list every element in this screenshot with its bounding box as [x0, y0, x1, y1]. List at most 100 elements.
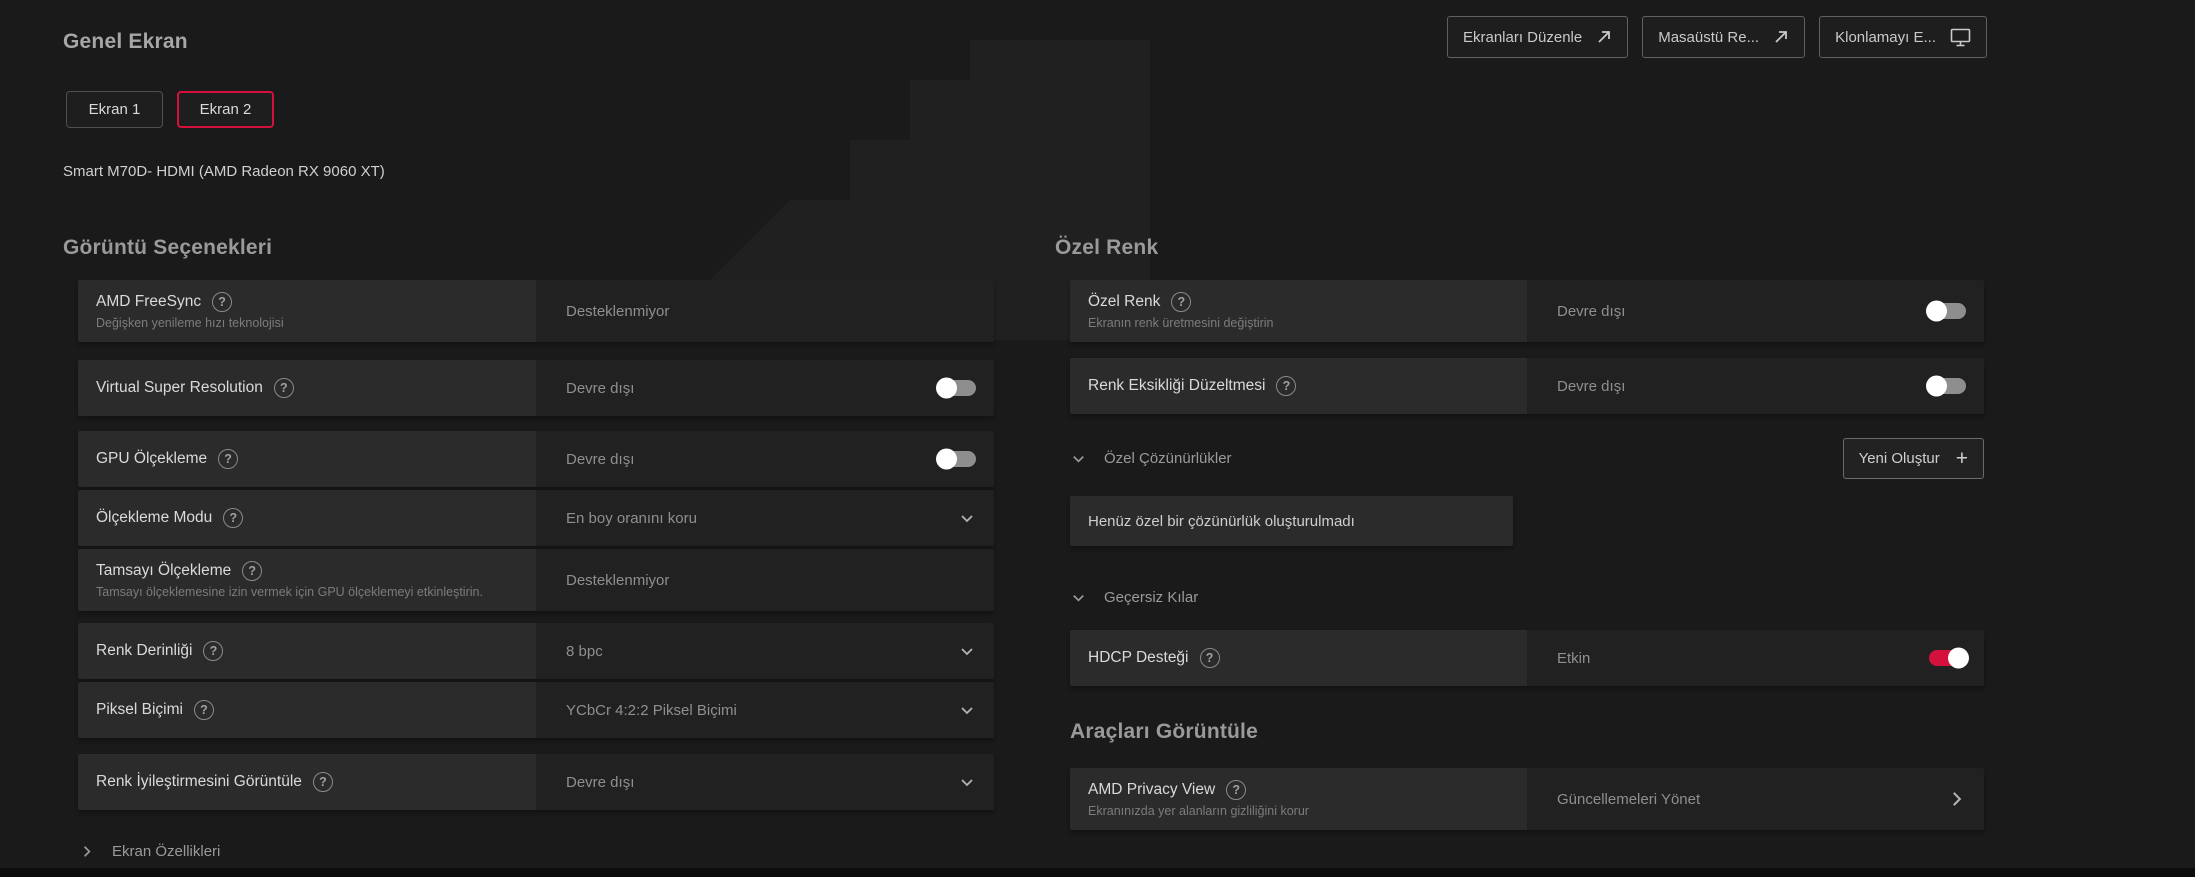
row-label: Renk Derinliği ?	[78, 623, 536, 679]
tab-display-2-label: Ekran 2	[200, 101, 252, 118]
scaling-mode-label: Ölçekleme Modu	[96, 509, 212, 527]
color-enhancement-dropdown[interactable]: Devre dışı	[536, 754, 994, 810]
row-value: Devre dışı	[1527, 358, 1984, 414]
plus-icon: +	[1956, 448, 1968, 469]
privacy-view-link[interactable]: Güncellemeleri Yönet	[1527, 768, 1984, 830]
row-label: Renk Eksikliği Düzeltmesi ?	[1070, 358, 1527, 414]
row-label: AMD Privacy View ? Ekranınızda yer alanl…	[1070, 768, 1527, 830]
row-integer-scaling: Tamsayı Ölçekleme ? Tamsayı ölçeklemesin…	[78, 549, 994, 611]
scaling-mode-dropdown[interactable]: En boy oranını koru	[536, 490, 994, 546]
help-icon[interactable]: ?	[1200, 648, 1220, 668]
row-label: Ölçekleme Modu ?	[78, 490, 536, 546]
row-pixel-format: Piksel Biçimi ? YCbCr 4:2:2 Piksel Biçim…	[78, 682, 994, 738]
help-icon[interactable]: ?	[223, 508, 243, 528]
chevron-down-icon	[958, 642, 976, 660]
color-depth-dropdown[interactable]: 8 bpc	[536, 623, 994, 679]
custom-color-header: Özel Renk	[1055, 236, 1984, 262]
row-value: Etkin	[1527, 630, 1984, 686]
integer-scaling-value: Desteklenmiyor	[566, 572, 669, 589]
row-value: Devre dışı	[536, 431, 994, 487]
row-color-deficiency: Renk Eksikliği Düzeltmesi ? Devre dışı	[1070, 358, 1984, 414]
row-label: GPU Ölçekleme ?	[78, 431, 536, 487]
row-value: Desteklenmiyor	[536, 280, 994, 342]
privacy-view-value: Güncellemeleri Yönet	[1557, 791, 1700, 808]
privacy-view-label: AMD Privacy View	[1088, 781, 1215, 799]
help-icon[interactable]: ?	[313, 772, 333, 792]
gpu-scaling-value: Devre dışı	[566, 451, 634, 468]
row-label: AMD FreeSync ? Değişken yenileme hızı te…	[78, 280, 536, 342]
help-icon[interactable]: ?	[1171, 292, 1191, 312]
vsr-value: Devre dışı	[566, 380, 634, 397]
tab-display-2[interactable]: Ekran 2	[177, 91, 274, 128]
display-tabs: Ekran 1 Ekran 2	[66, 91, 274, 128]
row-color-depth: Renk Derinliği ? 8 bpc	[78, 623, 994, 679]
help-icon[interactable]: ?	[1276, 376, 1296, 396]
pixel-format-dropdown[interactable]: YCbCr 4:2:2 Piksel Biçimi	[536, 682, 994, 738]
privacy-view-subtitle: Ekranınızda yer alanların gizliliğini ko…	[1088, 804, 1511, 818]
row-amd-freesync: AMD FreeSync ? Değişken yenileme hızı te…	[78, 280, 994, 342]
create-new-resolution-button[interactable]: Yeni Oluştur +	[1843, 438, 1984, 479]
integer-scaling-subtitle: Tamsayı ölçeklemesine izin vermek için G…	[96, 585, 520, 599]
desktop-recording-button[interactable]: Masaüstü Re...	[1642, 16, 1805, 58]
device-label: Smart M70D- HDMI (AMD Radeon RX 9060 XT)	[63, 163, 385, 180]
custom-color-label: Özel Renk	[1088, 293, 1160, 311]
freesync-label: AMD FreeSync	[96, 293, 201, 311]
overrides-expander[interactable]: Geçersiz Kılar	[1070, 582, 1984, 612]
freesync-subtitle: Değişken yenileme hızı teknolojisi	[96, 316, 520, 330]
row-label: Tamsayı Ölçekleme ? Tamsayı ölçeklemesin…	[78, 549, 536, 611]
overrides-label: Geçersiz Kılar	[1104, 589, 1198, 606]
color-deficiency-toggle[interactable]	[1929, 378, 1966, 394]
row-label: Renk İyileştirmesini Görüntüle ?	[78, 754, 536, 810]
chevron-down-icon	[958, 509, 976, 527]
empty-message-text: Henüz özel bir çözünürlük oluşturulmadı	[1088, 513, 1355, 530]
custom-color-value: Devre dışı	[1557, 303, 1625, 320]
display-properties-expander[interactable]: Ekran Özellikleri	[78, 836, 994, 866]
row-custom-color: Özel Renk ? Ekranın renk üretmesini deği…	[1070, 280, 1984, 342]
chevron-down-icon	[1070, 450, 1087, 467]
row-value: Desteklenmiyor	[536, 549, 994, 611]
row-color-enhancement: Renk İyileştirmesini Görüntüle ? Devre d…	[78, 754, 994, 810]
hdcp-toggle[interactable]	[1929, 650, 1966, 666]
arrange-displays-button[interactable]: Ekranları Düzenle	[1447, 16, 1628, 58]
custom-color-section: Özel Renk Özel Renk ? Ekranın renk üretm…	[1055, 236, 1984, 830]
hdcp-value: Etkin	[1557, 650, 1590, 667]
page-title: Genel Ekran	[63, 30, 188, 54]
help-icon[interactable]: ?	[274, 378, 294, 398]
top-action-buttons: Ekranları Düzenle Masaüstü Re... Klonlam…	[1447, 16, 1987, 58]
pixel-format-value: YCbCr 4:2:2 Piksel Biçimi	[566, 702, 737, 719]
monitor-icon	[1950, 28, 1971, 47]
help-icon[interactable]: ?	[242, 561, 262, 581]
row-label: HDCP Desteği ?	[1070, 630, 1527, 686]
row-label: Virtual Super Resolution ?	[78, 360, 536, 416]
tab-display-1-label: Ekran 1	[89, 101, 141, 118]
custom-resolutions-expander[interactable]: Özel Çözünürlükler	[1070, 450, 1232, 467]
scaling-mode-value: En boy oranını koru	[566, 510, 697, 527]
color-depth-label: Renk Derinliği	[96, 642, 192, 660]
help-icon[interactable]: ?	[1226, 780, 1246, 800]
gpu-scaling-toggle[interactable]	[939, 451, 976, 467]
row-gpu-scaling: GPU Ölçekleme ? Devre dışı	[78, 431, 994, 487]
row-hdcp-support: HDCP Desteği ? Etkin	[1070, 630, 1984, 686]
enable-cloning-button[interactable]: Klonlamayı E...	[1819, 16, 1987, 58]
row-label: Özel Renk ? Ekranın renk üretmesini deği…	[1070, 280, 1527, 342]
arrange-displays-label: Ekranları Düzenle	[1463, 29, 1582, 46]
display-properties-label: Ekran Özellikleri	[112, 843, 220, 860]
help-icon[interactable]: ?	[212, 292, 232, 312]
vsr-toggle[interactable]	[939, 380, 976, 396]
help-icon[interactable]: ?	[203, 641, 223, 661]
help-icon[interactable]: ?	[194, 700, 214, 720]
custom-resolutions-label: Özel Çözünürlükler	[1104, 450, 1232, 467]
freesync-value: Desteklenmiyor	[566, 303, 669, 320]
bottom-edge-strip	[0, 868, 2195, 877]
pixel-format-label: Piksel Biçimi	[96, 701, 183, 719]
color-depth-value: 8 bpc	[566, 643, 603, 660]
help-icon[interactable]: ?	[218, 449, 238, 469]
display-options-section: Görüntü Seçenekleri AMD FreeSync ? Değiş…	[63, 236, 994, 866]
custom-color-toggle[interactable]	[1929, 303, 1966, 319]
row-value: Devre dışı	[1527, 280, 1984, 342]
desktop-recording-label: Masaüstü Re...	[1658, 29, 1759, 46]
custom-resolutions-empty-message: Henüz özel bir çözünürlük oluşturulmadı	[1070, 496, 1513, 546]
row-label: Piksel Biçimi ?	[78, 682, 536, 738]
color-deficiency-value: Devre dışı	[1557, 378, 1625, 395]
tab-display-1[interactable]: Ekran 1	[66, 91, 163, 128]
